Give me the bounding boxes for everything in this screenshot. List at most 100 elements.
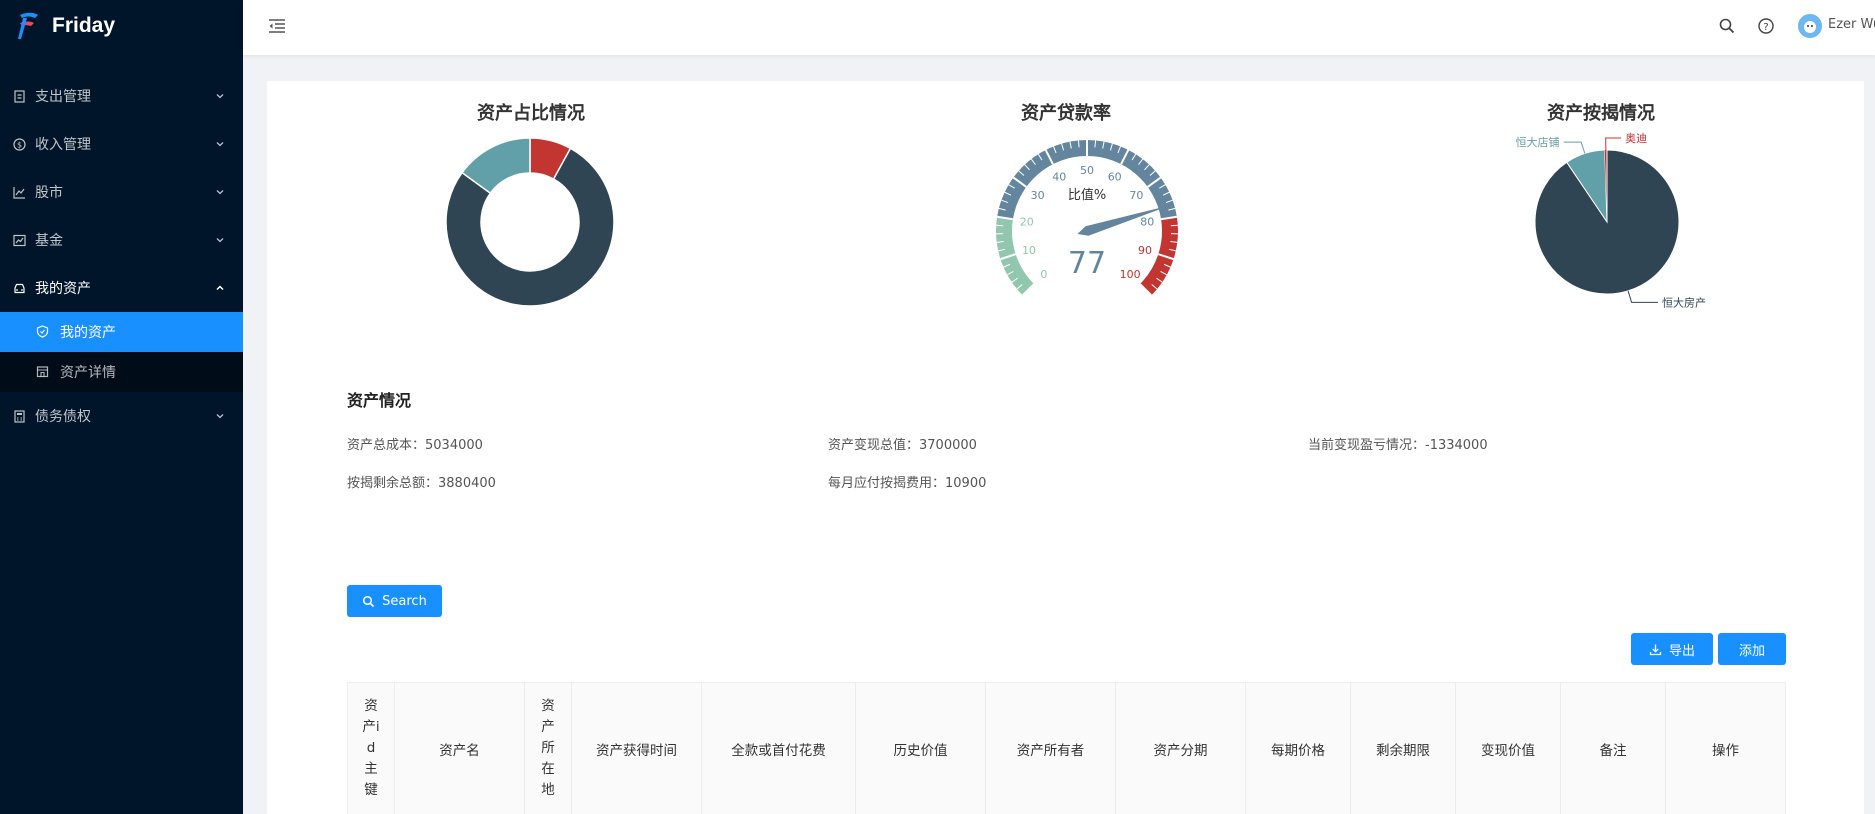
submenu-item-asset-details[interactable]: 资产详情 (0, 352, 243, 392)
asset-ratio-donut-chart (445, 137, 615, 307)
add-button[interactable]: 添加 (1718, 633, 1786, 665)
menu-label: 债务债权 (35, 409, 91, 425)
pie-label: 恒大房产 (1662, 295, 1706, 309)
table-header-cell[interactable]: 资产获得时间 (572, 683, 702, 814)
table-header-cell[interactable]: 每期价格 (1246, 683, 1351, 814)
svg-text:$: $ (16, 140, 21, 149)
gauge-pointer (1077, 205, 1172, 236)
submenu-label: 资产详情 (60, 365, 116, 381)
table-header-cell[interactable]: 变现价值 (1456, 683, 1561, 814)
app-name: Friday (52, 14, 116, 37)
table-header-cell[interactable]: 全款或首付花费 (702, 683, 856, 814)
side-menu: 支出管理 $ 收入管理 股市 基金 我的资产 我的资产 资产详情 债务债权 (0, 72, 243, 440)
current-pnl-text: 当前变现盈亏情况：-1334000 (1308, 438, 1488, 453)
chevron-down-icon (216, 414, 224, 419)
search-icon (363, 595, 375, 607)
search-icon[interactable] (1718, 17, 1736, 35)
user-name[interactable]: Ezer Wu (1828, 17, 1875, 32)
search-button[interactable]: Search (347, 585, 442, 617)
menu-label: 我的资产 (35, 281, 91, 297)
gauge-tick-label: 100 (1120, 268, 1141, 281)
friday-logo-icon (18, 12, 38, 39)
gauge-tick-label: 0 (1040, 268, 1047, 281)
gauge-tick-label: 70 (1129, 189, 1143, 202)
table-header-cell[interactable]: 资产所有者 (986, 683, 1116, 814)
export-button[interactable]: 导出 (1631, 633, 1713, 665)
menu-my-assets[interactable]: 我的资产 (0, 264, 243, 312)
question-circle-icon[interactable]: ? (1757, 17, 1775, 35)
menu-stock-market[interactable]: 股市 (0, 168, 243, 216)
shop-icon (36, 365, 50, 379)
menu-label: 收入管理 (35, 137, 91, 153)
line-chart-icon (12, 185, 26, 199)
stock-icon (12, 233, 26, 247)
menu-label: 基金 (35, 233, 63, 249)
gauge-tick-label: 30 (1031, 189, 1045, 202)
avatar[interactable] (1798, 14, 1822, 38)
menu-income[interactable]: $ 收入管理 (0, 120, 243, 168)
mortgage-remaining-text: 按揭剩余总额：3880400 (347, 476, 496, 491)
table-header-cell[interactable]: 操作 (1666, 683, 1785, 814)
menu-label: 股市 (35, 185, 63, 201)
pie-label: 奥迪 (1625, 131, 1647, 145)
gauge-tick-label: 40 (1052, 171, 1066, 184)
receipt-icon (12, 89, 26, 103)
table-header-cell[interactable]: 资产id主键 (348, 683, 395, 814)
top-header: ? Ezer Wu (243, 0, 1875, 55)
submenu-label: 我的资产 (60, 325, 116, 341)
car-icon (12, 281, 26, 295)
svg-text:?: ? (1763, 22, 1768, 33)
pie-label: 恒大店铺 (1516, 135, 1560, 149)
gauge-tick-label: 80 (1140, 215, 1154, 228)
calculator-icon (12, 409, 26, 423)
menu-fund[interactable]: 基金 (0, 216, 243, 264)
gauge-tick-label: 10 (1022, 244, 1036, 257)
menu-expense[interactable]: 支出管理 (0, 72, 243, 120)
menu-fold-icon[interactable] (267, 16, 287, 36)
sidebar: Friday 支出管理 $ 收入管理 股市 基金 我的资产 我的资产 资产详情 … (0, 0, 243, 814)
mortgage-pie-chart: 恒大房产 恒大店铺 奥迪 (1516, 131, 1706, 309)
gauge-unit-label: 比值% (1068, 187, 1106, 203)
total-cost-text: 资产总成本：5034000 (347, 438, 483, 453)
table-header-cell[interactable]: 历史价值 (856, 683, 986, 814)
export-button-label: 导出 (1668, 643, 1695, 659)
section-title-asset-summary: 资产情况 (347, 391, 412, 410)
loan-rate-gauge-chart: 0 10 20 30 40 50 60 70 80 90 100 比值% 77 (996, 139, 1178, 297)
table-header-cell[interactable]: 资产分期 (1116, 683, 1246, 814)
table-header-cell[interactable]: 剩余期限 (1351, 683, 1456, 814)
chevron-down-icon (216, 238, 224, 243)
table-header-cell[interactable]: 资产名 (395, 683, 525, 814)
chevron-down-icon (216, 142, 224, 147)
gauge-tick (1094, 140, 1097, 148)
gauge-value: 77 (1068, 246, 1106, 281)
assets-table: 资产id主键 资产名 资产所在地 资产获得时间 全款或首付花费 历史价值 资产所… (347, 682, 1786, 814)
pie-leader-line (1605, 137, 1622, 151)
dollar-circle-icon: $ (12, 137, 26, 151)
pie-slice (1534, 149, 1680, 295)
shield-icon (36, 325, 50, 339)
monthly-mortgage-text: 每月应付按揭费用：10900 (828, 476, 987, 491)
gauge-tick-label: 20 (1020, 215, 1034, 228)
search-button-label: Search (382, 593, 427, 609)
gauge-tick-label: 90 (1138, 244, 1152, 257)
table-header-cell[interactable]: 资产所在地 (525, 683, 572, 814)
logo[interactable]: Friday (0, 0, 243, 52)
submenu-my-assets: 我的资产 资产详情 (0, 312, 243, 392)
realized-total-text: 资产变现总值：3700000 (828, 438, 977, 453)
submenu-item-my-assets[interactable]: 我的资产 (0, 312, 243, 352)
gauge-tick-label: 60 (1108, 171, 1122, 184)
download-icon (1649, 644, 1662, 655)
menu-label: 支出管理 (35, 89, 91, 105)
menu-debts[interactable]: 债务债权 (0, 392, 243, 440)
chevron-down-icon (216, 94, 224, 99)
avatar-icon (1798, 14, 1822, 38)
gauge-tick (1077, 140, 1080, 148)
chevron-down-icon (216, 190, 224, 195)
pie-leader-line (1563, 141, 1586, 154)
pie-leader-line (1627, 290, 1658, 303)
gauge-tick-label: 50 (1080, 164, 1094, 177)
table-header-cell[interactable]: 备注 (1561, 683, 1666, 814)
chevron-up-icon (216, 285, 224, 291)
add-button-label: 添加 (1738, 643, 1765, 659)
content-card: 资产占比情况 资产贷款率 0 10 20 30 40 50 60 70 80 90 100 比值% 77… (267, 81, 1864, 814)
